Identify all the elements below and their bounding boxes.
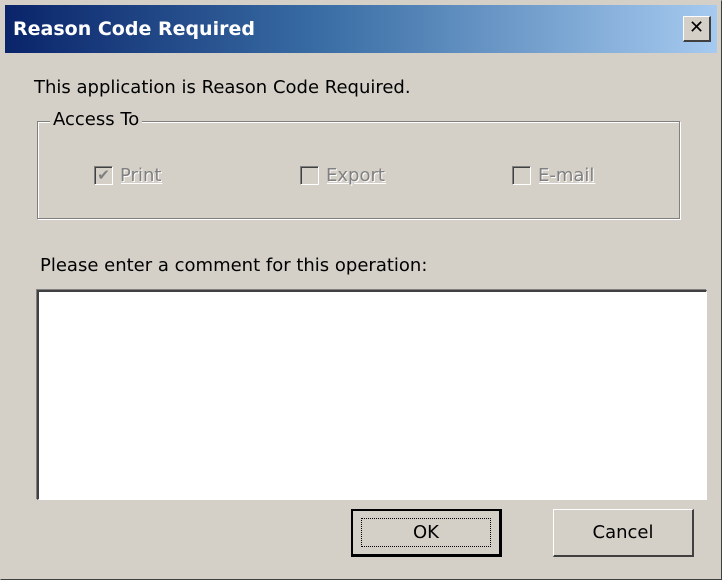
- print-checkbox-label: Print: [120, 164, 162, 186]
- comment-prompt: Please enter a comment for this operatio…: [40, 255, 428, 276]
- access-to-legend: Access To: [50, 109, 143, 131]
- export-checkbox[interactable]: Export: [300, 163, 385, 187]
- focus-rectangle: [361, 518, 491, 547]
- intro-text: This application is Reason Code Required…: [34, 77, 411, 98]
- ok-button[interactable]: OK: [351, 509, 502, 557]
- comment-textarea[interactable]: [37, 290, 707, 500]
- reason-code-dialog: Reason Code Required ✕ This application …: [0, 0, 722, 580]
- export-checkbox-label: Export: [326, 164, 385, 186]
- print-checkbox[interactable]: ✔ Print: [94, 163, 161, 187]
- close-button[interactable]: ✕: [683, 16, 711, 42]
- email-checkbox[interactable]: E-mail: [512, 163, 594, 187]
- email-checkbox-label: E-mail: [538, 164, 595, 186]
- cancel-button[interactable]: Cancel: [553, 509, 694, 557]
- close-icon: ✕: [688, 17, 705, 38]
- title-bar[interactable]: Reason Code Required ✕: [5, 5, 717, 53]
- checkbox-empty-icon: [300, 165, 319, 185]
- checkbox-empty-icon: [512, 165, 531, 185]
- access-to-group: Access To ✔ Print Export E-mail: [37, 109, 680, 219]
- cancel-button-label: Cancel: [592, 522, 654, 543]
- checkbox-checked-icon: ✔: [94, 165, 113, 185]
- dialog-title: Reason Code Required: [13, 18, 255, 40]
